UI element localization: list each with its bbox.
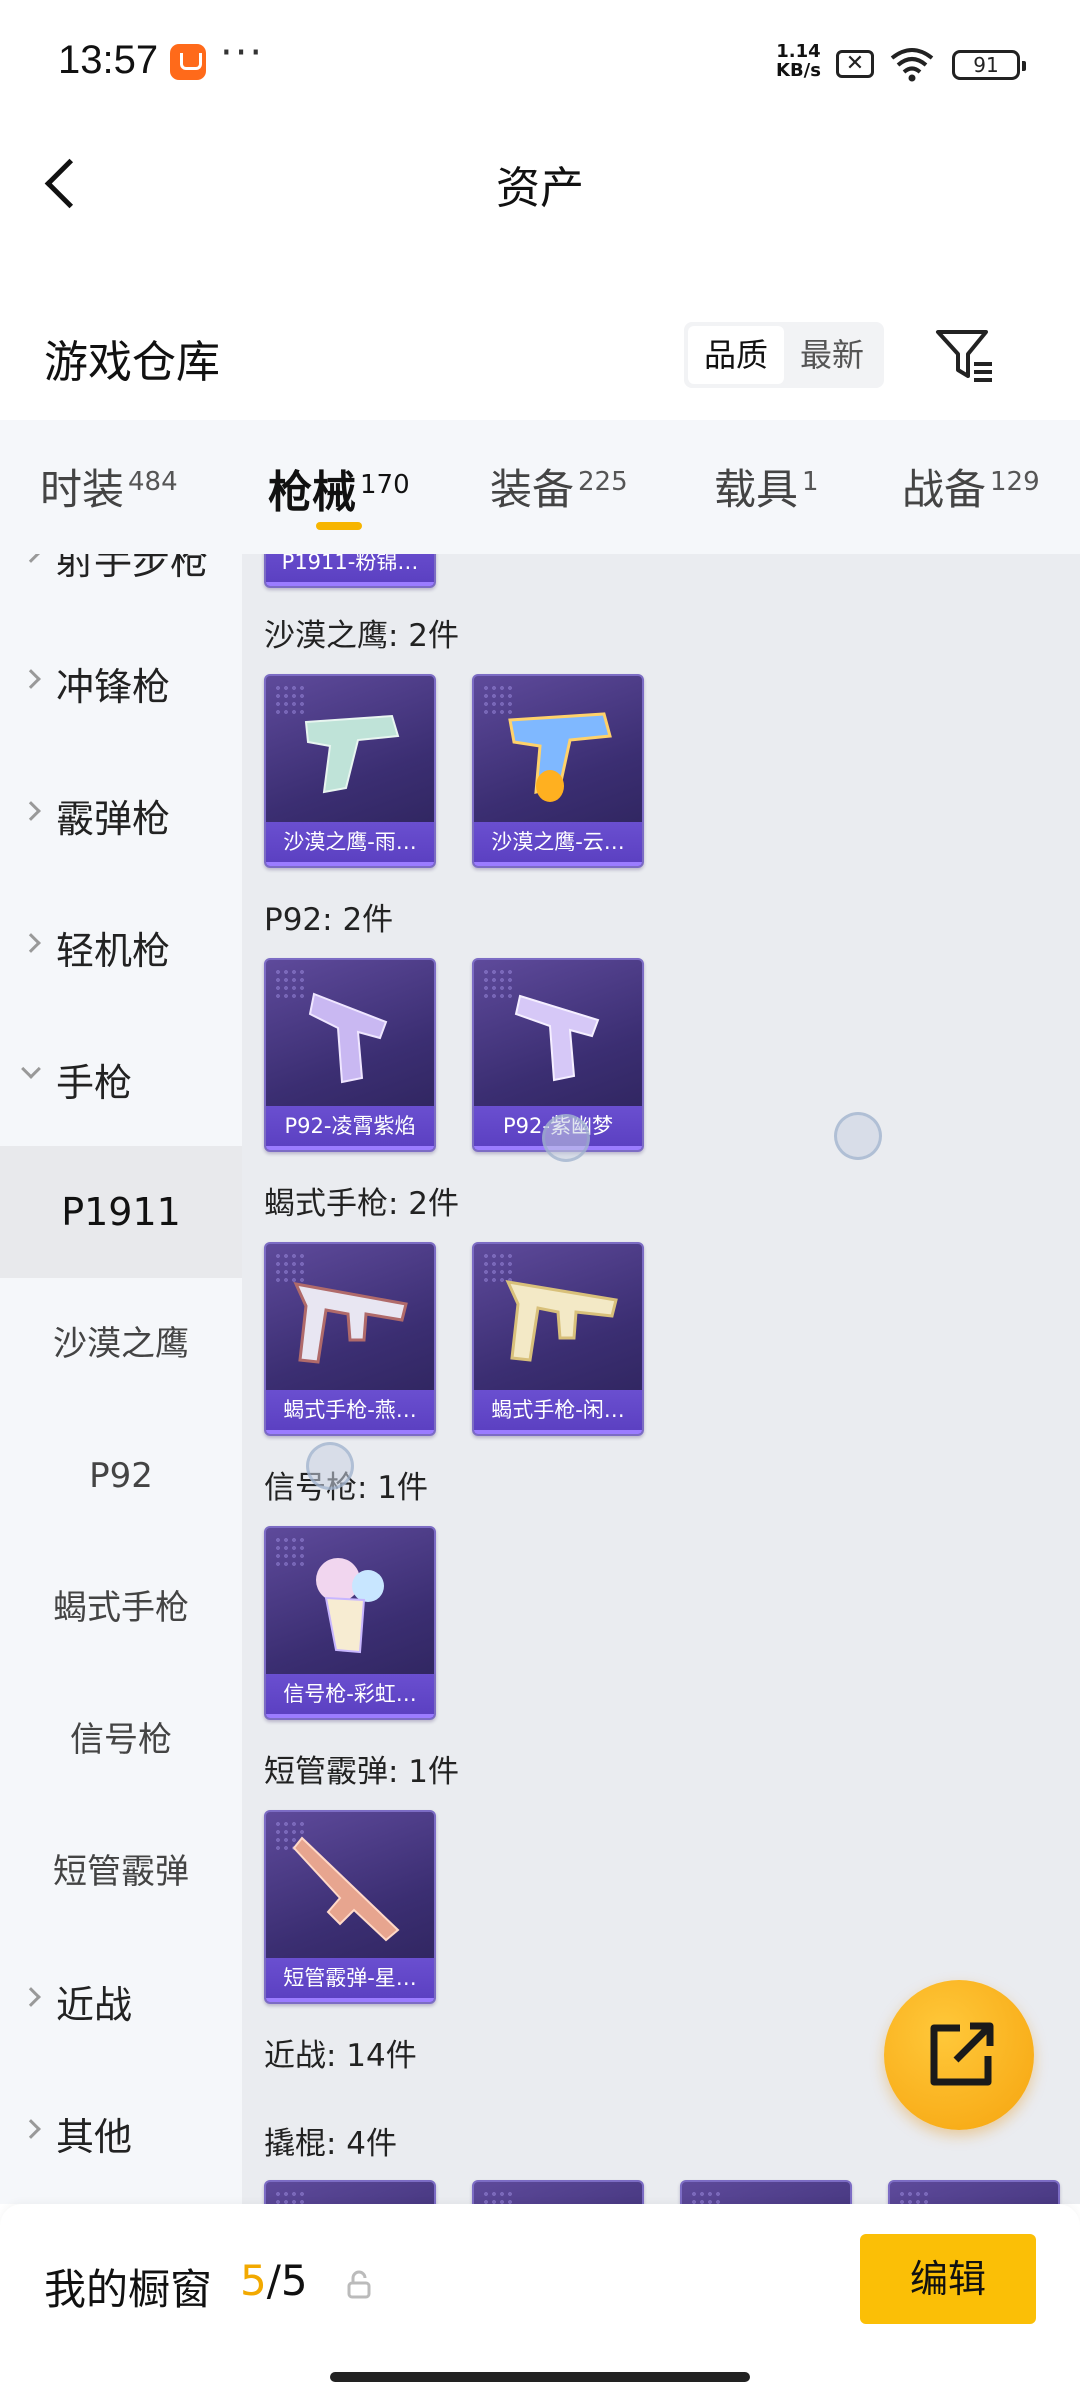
item-card[interactable]: [680, 2180, 852, 2204]
group-title: 沙漠之鹰: 2件: [264, 618, 460, 654]
pistol-icon: [508, 712, 612, 802]
sort-option-quality[interactable]: 品质: [688, 326, 784, 384]
app-notification-icon: [170, 44, 206, 80]
edit-button[interactable]: 编辑: [860, 2234, 1036, 2324]
flare-gun-icon: [316, 1558, 384, 1654]
chevron-right-icon: [21, 933, 41, 953]
sidebar-item-lmg[interactable]: 轻机枪: [0, 906, 242, 986]
group-title: P92: 2件: [264, 902, 394, 938]
sidebar: 射手步枪 冲锋枪 霰弹枪 轻机枪 手枪 P1911 沙漠之鹰 P92 蝎式手枪 …: [0, 554, 242, 2204]
sidebar-item-marksman-rifle[interactable]: 射手步枪: [0, 554, 242, 596]
sidebar-subitem-p92[interactable]: P92: [0, 1410, 242, 1542]
pistol-icon: [308, 992, 388, 1084]
shotgun-icon: [292, 1836, 400, 1942]
item-card[interactable]: [888, 2180, 1060, 2204]
smg-icon: [293, 1282, 408, 1364]
sidebar-item-other[interactable]: 其他: [0, 2092, 242, 2172]
item-card[interactable]: P92-凌霄紫焰: [264, 958, 436, 1152]
status-time: 13:57: [58, 38, 159, 82]
sort-toggle: 品质 最新: [684, 322, 884, 388]
tab-vehicles[interactable]: 载具 1: [714, 456, 819, 526]
item-card[interactable]: 信号枪-彩虹…: [264, 1526, 436, 1720]
battery-icon: 91: [952, 50, 1026, 80]
group-title: 撬棍: 4件: [264, 2126, 398, 2162]
page-title: 资产: [496, 163, 584, 214]
section-header: 游戏仓库 品质 最新: [0, 290, 1080, 420]
item-card[interactable]: [264, 2180, 436, 2204]
showcase-label: 我的橱窗: [44, 2265, 213, 2314]
wifi-icon: [890, 48, 934, 82]
home-indicator[interactable]: [330, 2372, 750, 2382]
section-title: 游戏仓库: [44, 337, 220, 388]
category-tabs: 时装 484 枪械 170 装备 225 载具 1 战备 129: [0, 420, 1080, 554]
sidebar-subitem-desert-eagle[interactable]: 沙漠之鹰: [0, 1278, 242, 1410]
sidebar-subitem-flare-gun[interactable]: 信号枪: [0, 1674, 242, 1806]
pistol-icon: [514, 994, 600, 1082]
item-card[interactable]: P1911-粉锦…: [264, 554, 436, 588]
item-card[interactable]: 沙漠之鹰-雨…: [264, 674, 436, 868]
status-bar: 13:57 ··· 1.14 KB/s ✕ 91: [0, 0, 1080, 128]
group-title: 近战: 14件: [264, 2038, 417, 2074]
sidebar-item-smg[interactable]: 冲锋枪: [0, 642, 242, 722]
share-export-icon: [930, 2022, 994, 2086]
pistol-icon: [304, 714, 400, 794]
chevron-right-icon: [21, 554, 41, 563]
tab-tactical[interactable]: 战备 129: [902, 456, 1040, 526]
bottom-bar: 我的橱窗 5/5 编辑: [0, 2204, 1080, 2400]
chevron-right-icon: [21, 801, 41, 821]
network-speed: 1.14 KB/s: [776, 41, 821, 81]
showcase-count: 5/5: [240, 2256, 308, 2305]
item-grid: P1911-粉锦… 沙漠之鹰: 2件 沙漠之鹰-雨… 沙漠之鹰-云… P92: …: [242, 554, 1080, 2204]
touch-indicator: [542, 1114, 590, 1162]
no-sim-icon: ✕: [836, 50, 874, 78]
tab-weapons[interactable]: 枪械 170: [268, 456, 410, 526]
more-dots-icon: ···: [220, 30, 265, 76]
lock-icon: [347, 2270, 371, 2299]
sidebar-item-shotgun[interactable]: 霰弹枪: [0, 774, 242, 854]
sidebar-item-pistol[interactable]: 手枪: [0, 1038, 242, 1118]
item-card[interactable]: 沙漠之鹰-云…: [472, 674, 644, 868]
chevron-right-icon: [21, 669, 41, 689]
group-title: 短管霰弹: 1件: [264, 1754, 460, 1790]
tab-fashion[interactable]: 时装 484: [40, 456, 178, 526]
smg-icon: [505, 1280, 618, 1362]
touch-indicator: [306, 1442, 354, 1490]
touch-indicator: [834, 1112, 882, 1160]
sidebar-subitem-scorpion[interactable]: 蝎式手枪: [0, 1542, 242, 1674]
sidebar-subitem-sawed-off[interactable]: 短管霰弹: [0, 1806, 242, 1938]
chevron-right-icon: [21, 1987, 41, 2007]
share-button[interactable]: [884, 1980, 1034, 2130]
chevron-right-icon: [21, 2119, 41, 2139]
sidebar-subitem-p1911[interactable]: P1911: [0, 1146, 242, 1278]
active-tab-indicator: [316, 522, 362, 530]
nav-header: 资产: [0, 128, 1080, 238]
filter-icon[interactable]: [930, 320, 1000, 390]
sort-option-latest[interactable]: 最新: [784, 326, 880, 384]
item-card[interactable]: [472, 2180, 644, 2204]
tab-equipment[interactable]: 装备 225: [490, 456, 628, 526]
item-card[interactable]: 蝎式手枪-燕…: [264, 1242, 436, 1436]
item-card[interactable]: 蝎式手枪-闲…: [472, 1242, 644, 1436]
item-card[interactable]: 短管霰弹-星…: [264, 1810, 436, 2004]
sidebar-item-melee[interactable]: 近战: [0, 1960, 242, 2040]
chevron-down-icon: [21, 1059, 41, 1079]
group-title: 蝎式手枪: 2件: [264, 1186, 460, 1222]
